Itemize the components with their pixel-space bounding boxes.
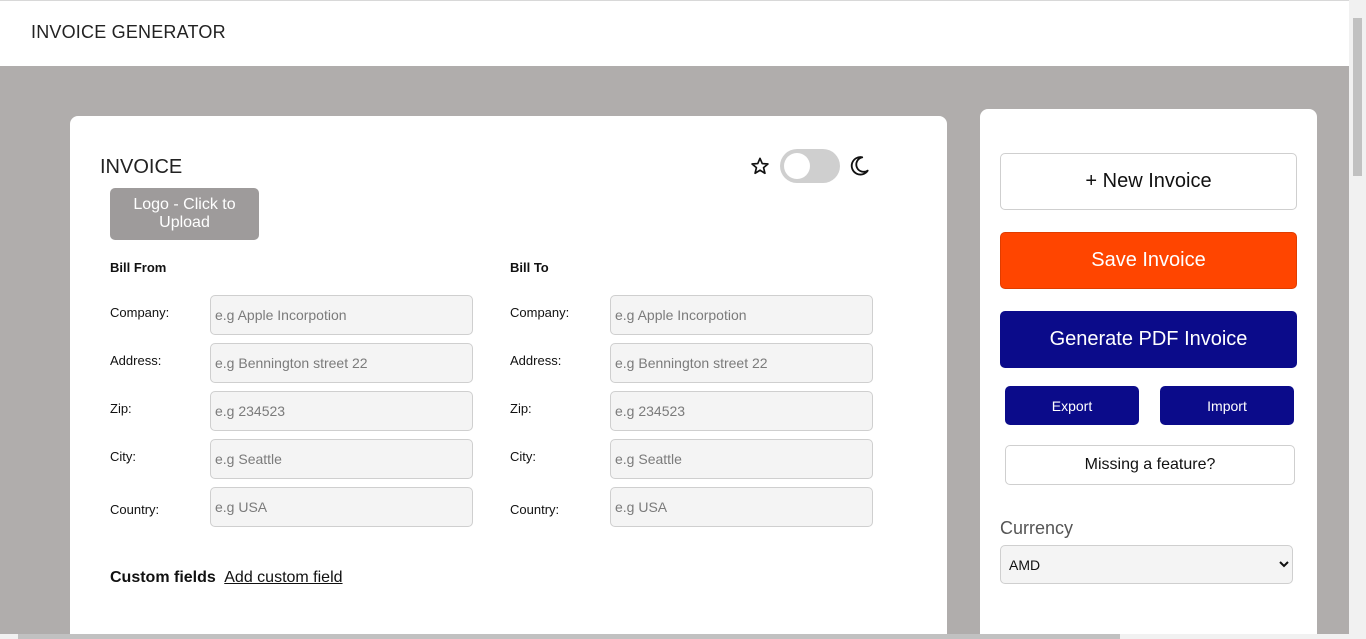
missing-feature-button[interactable]: Missing a feature?	[1005, 445, 1295, 485]
bill-from-zip-input[interactable]	[210, 391, 473, 431]
bill-to-address-input[interactable]	[610, 343, 873, 383]
invoice-heading: INVOICE	[100, 156, 183, 178]
bill-from-zip-label: Zip:	[110, 401, 132, 416]
bill-from-country-label: Country:	[110, 502, 160, 517]
bill-from-title: Bill From	[110, 260, 167, 275]
bill-from-company-label: Company:	[110, 305, 170, 320]
invoice-card: INVOICE Logo - Click to Upload Bill From…	[70, 116, 947, 639]
bill-to-city-input[interactable]	[610, 439, 873, 479]
bill-from-country-input[interactable]	[210, 487, 473, 527]
dark-mode-toggle[interactable]	[780, 149, 840, 183]
bill-to-company-label: Company:	[510, 305, 570, 320]
new-invoice-button[interactable]: + New Invoice	[1000, 153, 1297, 210]
save-invoice-button[interactable]: Save Invoice	[1000, 232, 1297, 289]
generate-pdf-button[interactable]: Generate PDF Invoice	[1000, 311, 1297, 368]
custom-fields-label: Custom fields	[110, 569, 216, 586]
app-title: INVOICE GENERATOR	[31, 22, 226, 42]
bill-to-country-label: Country:	[510, 502, 560, 517]
bill-to-zip-input[interactable]	[610, 391, 873, 431]
toggle-knob	[784, 153, 810, 179]
bill-from-address-input[interactable]	[210, 343, 473, 383]
horizontal-scrollbar-thumb[interactable]	[18, 634, 1120, 639]
moon-icon	[850, 156, 869, 176]
top-bar: INVOICE GENERATOR	[0, 0, 1349, 66]
bill-to-title: Bill To	[510, 260, 549, 275]
bill-from-city-label: City:	[110, 449, 136, 464]
theme-switcher	[750, 149, 870, 183]
bill-from-address-label: Address:	[110, 353, 162, 368]
import-button[interactable]: Import	[1160, 386, 1294, 425]
custom-fields-row: Custom fields Add custom field	[110, 569, 343, 587]
bill-to-company-input[interactable]	[610, 295, 873, 335]
horizontal-scrollbar[interactable]	[0, 634, 1349, 639]
add-custom-field-link[interactable]: Add custom field	[224, 569, 342, 586]
currency-select[interactable]: AMD	[1000, 545, 1293, 584]
logo-upload-button[interactable]: Logo - Click to Upload	[110, 188, 259, 240]
star-icon	[751, 157, 769, 175]
actions-panel: + New Invoice Save Invoice Generate PDF …	[980, 109, 1317, 639]
vertical-scrollbar-thumb[interactable]	[1353, 18, 1362, 176]
bill-to-country-input[interactable]	[610, 487, 873, 527]
bill-from-city-input[interactable]	[210, 439, 473, 479]
vertical-scrollbar[interactable]	[1349, 0, 1366, 639]
bill-to-zip-label: Zip:	[510, 401, 532, 416]
currency-label: Currency	[1000, 518, 1074, 538]
bill-to-city-label: City:	[510, 449, 536, 464]
bill-from-company-input[interactable]	[210, 295, 473, 335]
bill-to-address-label: Address:	[510, 353, 562, 368]
export-button[interactable]: Export	[1005, 386, 1139, 425]
